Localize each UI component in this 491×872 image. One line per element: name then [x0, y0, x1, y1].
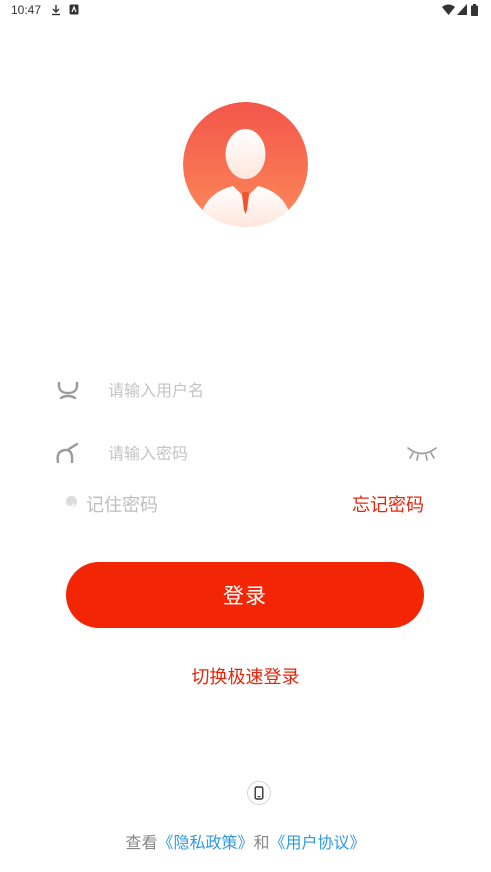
agreement-conj: 和 [253, 833, 270, 852]
status-bar: 10:47 [0, 0, 491, 22]
check-icon [68, 503, 75, 509]
username-input[interactable] [108, 378, 408, 402]
remember-checkbox[interactable] [66, 496, 77, 509]
download-icon [52, 5, 60, 16]
agreement-text: 查看《隐私政策》和《用户协议》 [0, 829, 491, 853]
remember-label[interactable]: 记住密码 [86, 491, 158, 517]
forgot-password-link[interactable]: 忘记密码 [352, 491, 424, 517]
eye-closed-icon[interactable] [406, 443, 438, 461]
signal-icon [457, 4, 467, 15]
user-agreement-link[interactable]: 《用户协议》 [270, 833, 366, 852]
battery-icon [471, 4, 478, 16]
agreement-prefix: 查看 [125, 833, 158, 852]
avatar [183, 102, 308, 227]
password-input[interactable] [108, 441, 388, 465]
status-time: 10:47 [11, 3, 42, 17]
wifi-icon [442, 4, 455, 15]
privacy-policy-link[interactable]: 《隐私政策》 [157, 833, 253, 852]
user-icon [57, 381, 79, 400]
lock-icon [56, 443, 79, 463]
login-button[interactable]: 登录 [66, 562, 424, 628]
phone-login-button[interactable] [247, 781, 271, 805]
app-notification-icon [69, 4, 79, 15]
phone-icon [254, 786, 264, 800]
user-avatar-icon [183, 102, 308, 227]
quick-login-link[interactable]: 切换极速登录 [0, 663, 491, 689]
